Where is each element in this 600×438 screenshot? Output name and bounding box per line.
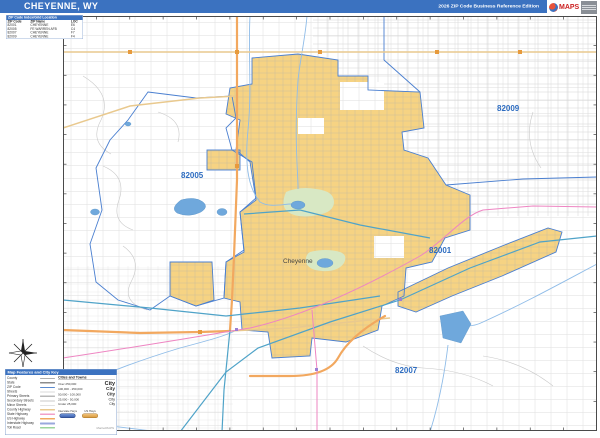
edition-text-wrap: 2026 ZIP Code Business Reference Edition — [339, 3, 539, 13]
name-cell: CHEYENNE — [30, 34, 49, 39]
city-sample: City — [106, 391, 115, 397]
city-sample: City — [108, 397, 115, 402]
zip-label-82007: 82007 — [395, 366, 418, 375]
zip-label-82005: 82005 — [181, 171, 204, 180]
line-sample — [40, 391, 56, 393]
line-sample — [40, 422, 56, 425]
marketmaps-logo: MAPS — [547, 0, 600, 14]
legend-label: US Highway — [7, 417, 25, 421]
legend-label: State Highway — [7, 412, 28, 417]
line-sample — [40, 386, 56, 388]
legend-label: Minor Streets — [7, 403, 27, 408]
legend-city-key: Cities and Towns Over 250,000 City 100,00… — [55, 376, 115, 430]
legend-label: ZIP Code — [7, 385, 21, 390]
line-sample — [40, 395, 56, 397]
table-row: 82009 CHEYENNE F4 — [7, 35, 83, 39]
city-label-cheyenne: Cheyenne — [283, 258, 313, 265]
legend-label: County — [7, 376, 18, 381]
edition-text: 2026 ZIP Code Business Reference Edition — [438, 3, 539, 9]
line-sample — [40, 409, 56, 411]
title-bar: CHEYENNE, WY 2026 ZIP Code Business Refe… — [0, 0, 547, 13]
highway-shield-samples: Interstate Hwys US Hwys — [58, 410, 115, 418]
legend-label: Interstate Highway — [7, 421, 34, 426]
legend-label: County Highway — [7, 408, 31, 412]
shield-label: Interstate Hwys — [58, 410, 78, 413]
line-sample — [40, 413, 56, 415]
legend-feature-list: County State ZIP Code Streets Primary St… — [7, 376, 56, 430]
globe-icon — [549, 2, 558, 12]
legend-label: Primary Streets — [7, 394, 30, 399]
pop-range: Over 250,000 — [58, 383, 77, 386]
logo-brand: MAPS — [559, 3, 580, 11]
loc-cell: F4 — [70, 34, 75, 39]
legend-label: Toll Road — [7, 426, 21, 430]
zip-label-82009: 82009 — [497, 104, 520, 113]
legend-watermark: MarketMAPS — [96, 427, 114, 430]
line-sample — [40, 377, 56, 379]
pop-range: 25,000 - 50,000 — [58, 398, 80, 402]
logo-sidebox — [581, 0, 598, 14]
map-canvas: 82005 82009 82001 82007 Cheyenne — [61, 14, 598, 433]
pop-range: 50,000 - 100,000 — [58, 393, 81, 397]
city-map: 82005 82009 82001 82007 Cheyenne — [61, 14, 598, 433]
interstate-shield-icon — [59, 413, 76, 418]
city-key-title: Cities and Towns — [58, 376, 115, 380]
zip-cell: 82009 — [7, 34, 17, 39]
map-page: CHEYENNE, WY 2026 ZIP Code Business Refe… — [0, 0, 600, 438]
city-sample: City — [109, 402, 115, 407]
zip-index-table: ZIP Code Index/Grid Location ZIP Code ZI… — [6, 15, 83, 51]
page-title: CHEYENNE, WY — [24, 1, 99, 11]
line-sample — [40, 400, 56, 402]
pop-range: Under 25,000 — [58, 403, 77, 406]
map-legend: Map Features and City Key County State Z… — [5, 369, 117, 435]
line-sample — [40, 382, 56, 384]
us-hwy-shield-icon — [82, 413, 99, 418]
line-sample — [40, 404, 56, 406]
zip-label-82001: 82001 — [429, 246, 452, 255]
compass-rose-icon — [8, 339, 37, 368]
line-sample — [40, 427, 56, 429]
line-sample — [40, 418, 56, 420]
legend-label: Streets — [7, 390, 18, 394]
shield-label: US Hwys — [84, 410, 96, 413]
legend-label: State — [7, 381, 15, 385]
pop-range: 100,000 - 250,000 — [58, 388, 83, 391]
legend-label: Secondary Streets — [7, 399, 34, 403]
